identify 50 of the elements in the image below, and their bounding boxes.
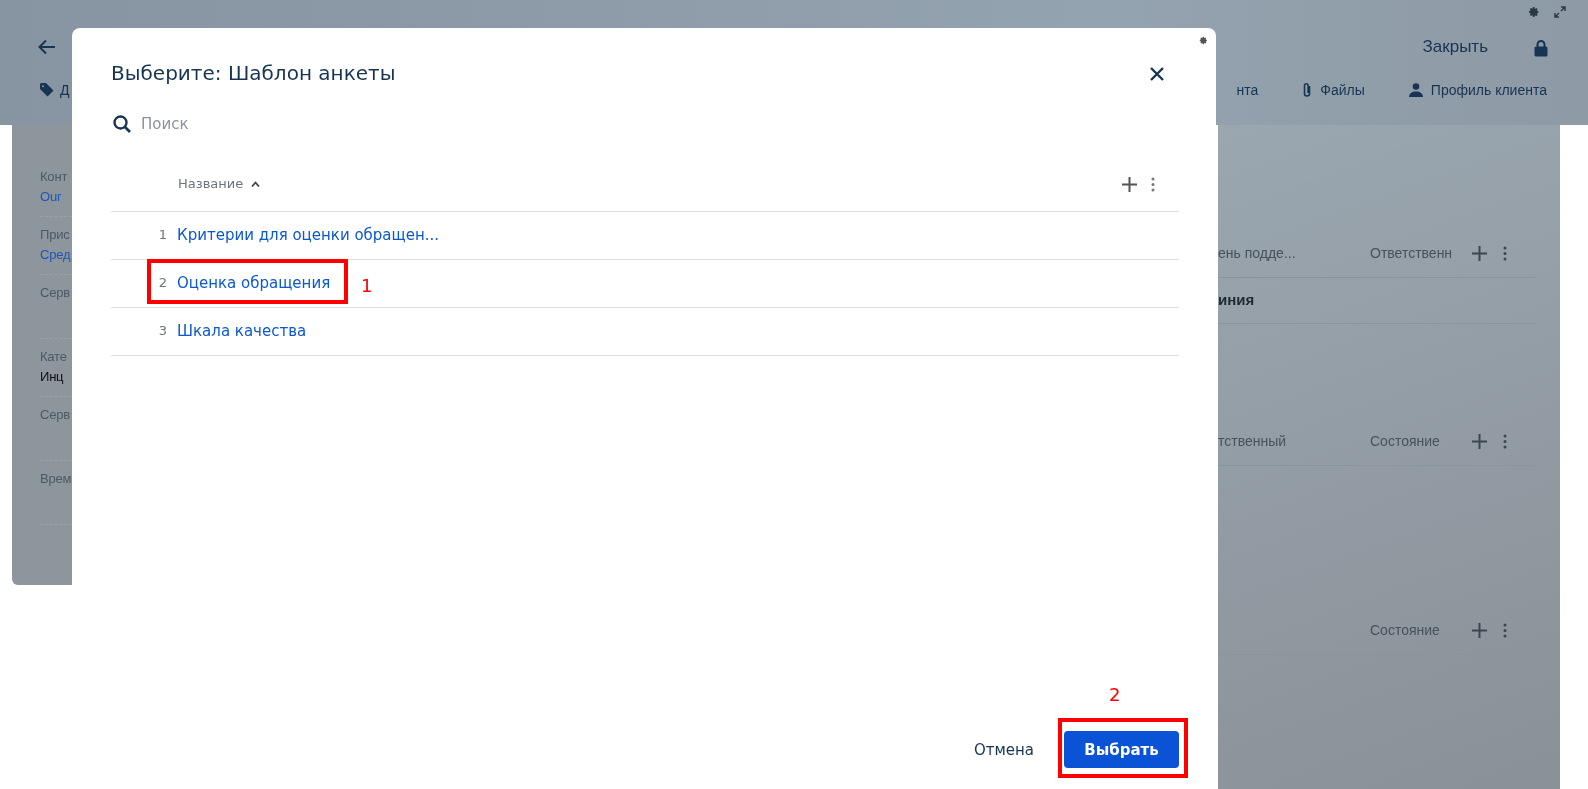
row-number: 1: [157, 226, 168, 245]
close-link[interactable]: Закрыть: [1422, 34, 1488, 60]
caret-up-icon[interactable]: [251, 181, 261, 187]
lock-icon[interactable]: [1534, 38, 1548, 57]
tab-link[interactable]: Профиль клиента: [1408, 79, 1547, 101]
column-header[interactable]: Состояние: [1370, 433, 1440, 449]
row-link[interactable]: Критерии для оценки обращен...: [177, 223, 440, 247]
field-value: Инц: [40, 367, 65, 386]
field-link[interactable]: Сред: [40, 244, 72, 264]
tab-link[interactable]: Д: [40, 79, 70, 101]
tab-link[interactable]: нта: [1236, 79, 1259, 101]
expand-icon[interactable]: [1554, 6, 1566, 18]
close-icon[interactable]: [1150, 66, 1164, 81]
tag-icon[interactable]: [40, 83, 54, 97]
more-icon[interactable]: [1151, 176, 1155, 192]
column-header[interactable]: Ответственн: [1370, 245, 1453, 261]
column-header[interactable]: тственный: [1218, 433, 1287, 449]
more-icon[interactable]: [1503, 434, 1507, 449]
cancel-button[interactable]: Отмена: [963, 730, 1044, 769]
plus-icon[interactable]: [1472, 623, 1487, 638]
gear-icon[interactable]: [1528, 6, 1540, 18]
more-icon[interactable]: [1503, 623, 1507, 638]
search-icon: [113, 115, 131, 134]
dialog-title: Выберите: Шаблон анкеты: [111, 60, 396, 87]
plus-icon[interactable]: [1472, 246, 1487, 261]
field-label: Конт: [40, 168, 69, 186]
annotation-number: 2: [1109, 683, 1121, 707]
more-icon[interactable]: [1503, 246, 1507, 261]
plus-icon[interactable]: [1122, 176, 1137, 192]
person-icon[interactable]: [1408, 83, 1423, 97]
field-label: Прис: [40, 226, 71, 244]
column-header[interactable]: Состояние: [1370, 622, 1440, 638]
table-cell-text: иния: [1218, 290, 1255, 311]
row-number: 3: [157, 322, 168, 341]
field-label: Врем: [40, 470, 72, 488]
annotation-number: 1: [361, 274, 373, 298]
column-header[interactable]: ень подде...: [1218, 245, 1296, 261]
field-label: Серв: [40, 406, 71, 424]
gear-icon[interactable]: [1199, 36, 1208, 45]
back-arrow-icon[interactable]: [38, 39, 56, 55]
tab-link[interactable]: Файлы: [1302, 79, 1365, 101]
plus-icon[interactable]: [1472, 434, 1487, 449]
field-label: Серв: [40, 284, 71, 302]
row-number: 2: [157, 274, 168, 293]
paperclip-icon[interactable]: [1302, 82, 1313, 98]
row-link[interactable]: Оценка обращения: [177, 271, 331, 295]
field-label: Кате: [40, 348, 68, 366]
column-header[interactable]: Название: [178, 174, 244, 194]
row-link[interactable]: Шкала качества: [177, 319, 307, 343]
select-button[interactable]: Выбрать: [1064, 731, 1179, 769]
